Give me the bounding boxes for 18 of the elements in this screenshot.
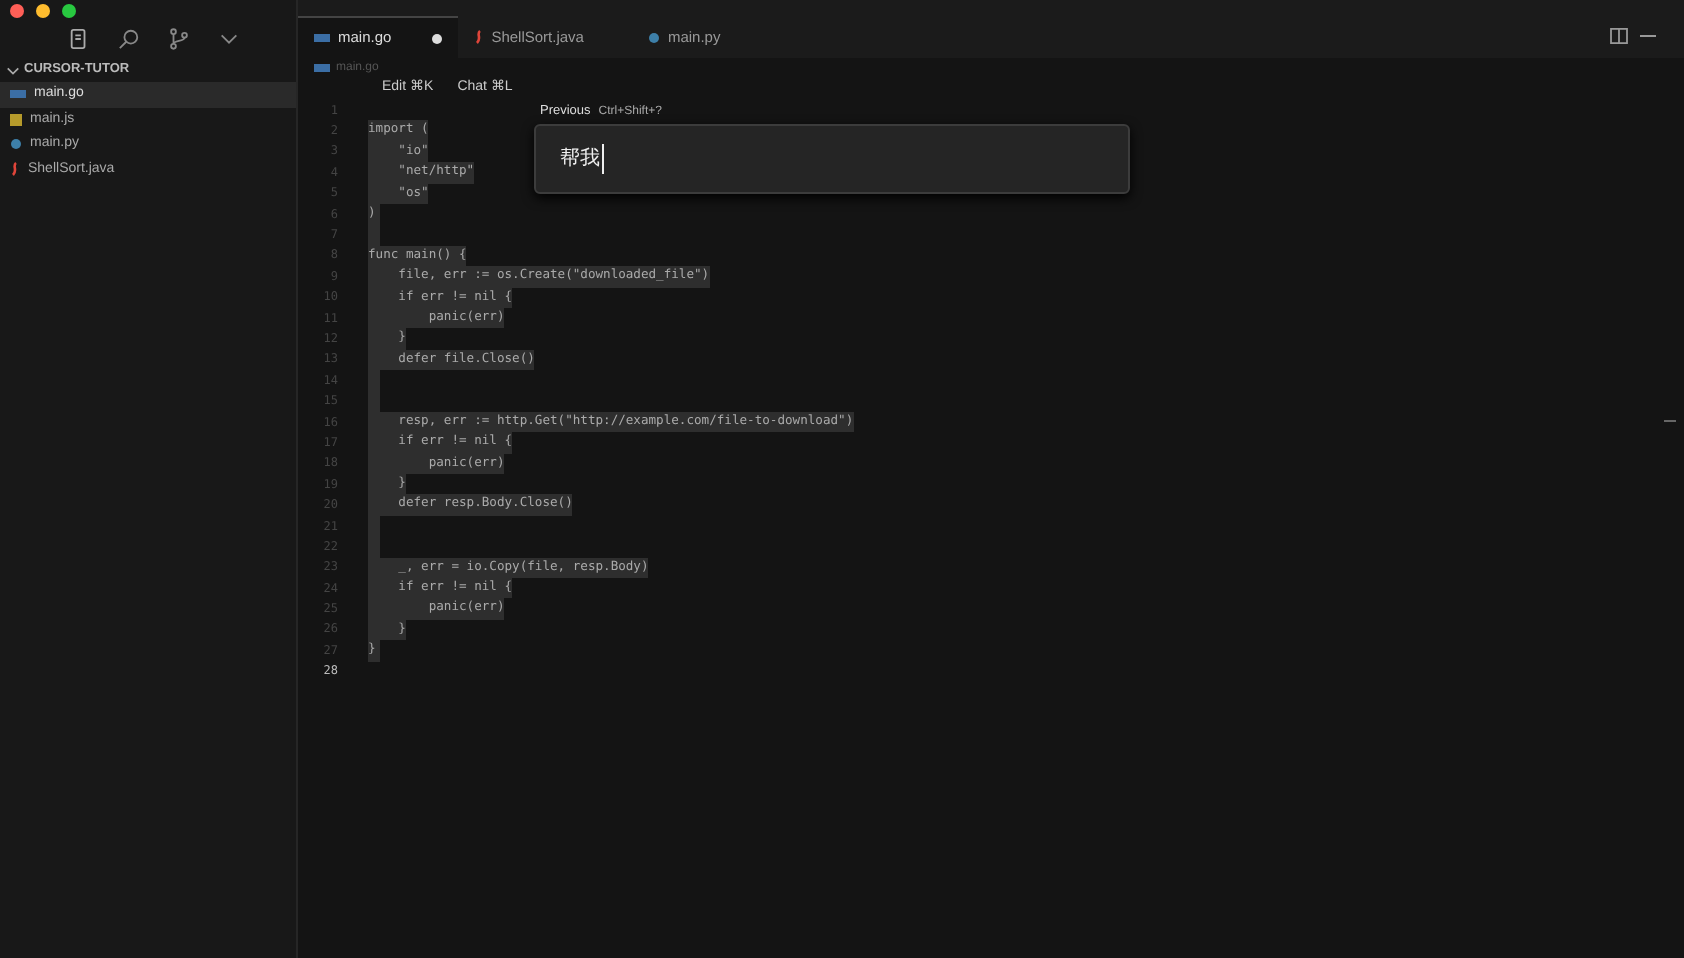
- python-file-icon: [647, 31, 660, 43]
- search-icon[interactable]: [118, 27, 140, 49]
- java-file-icon: [10, 162, 20, 177]
- minimize-window-icon[interactable]: [36, 3, 50, 17]
- split-editor-icon[interactable]: [1610, 28, 1628, 44]
- prompt-input[interactable]: 帮我: [534, 124, 1130, 194]
- go-file-icon: [314, 64, 330, 72]
- js-file-icon: [10, 113, 22, 126]
- chevron-down-icon[interactable]: [6, 63, 20, 77]
- branch-icon[interactable]: [168, 27, 190, 49]
- go-file-icon: [10, 90, 26, 99]
- python-file-icon: [10, 138, 22, 151]
- close-window-icon[interactable]: [10, 3, 24, 17]
- java-file-icon: [473, 30, 484, 44]
- files-icon[interactable]: [68, 27, 90, 49]
- zoom-window-icon[interactable]: [62, 3, 76, 17]
- unsaved-dot-icon: [431, 33, 442, 43]
- go-file-icon: [314, 34, 330, 42]
